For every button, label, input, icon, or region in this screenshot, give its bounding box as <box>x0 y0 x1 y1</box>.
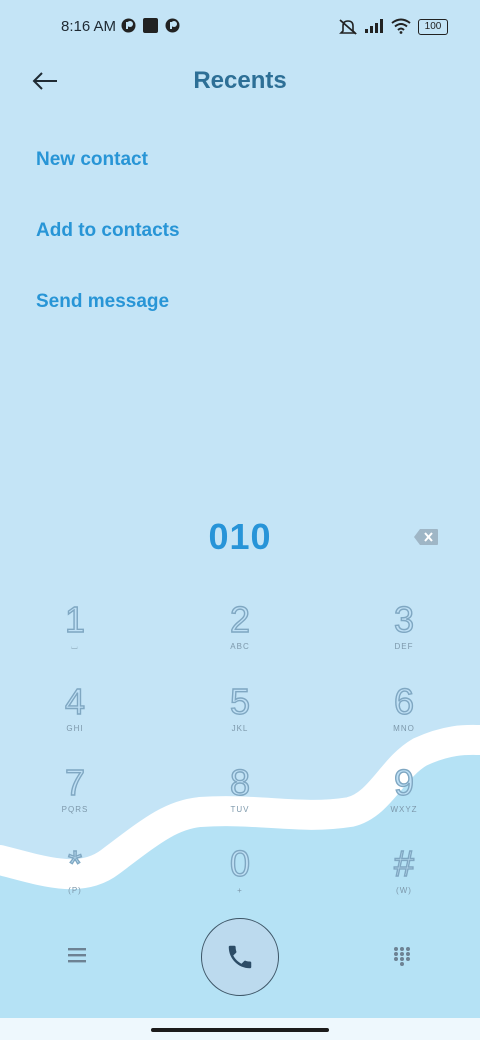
key-9[interactable]: 9 WXYZ <box>349 762 459 833</box>
key-letters: WXYZ <box>390 805 418 814</box>
call-button[interactable] <box>201 918 279 996</box>
navigation-bar <box>0 1018 480 1040</box>
key-letters: JKL <box>231 724 249 733</box>
menu-button[interactable] <box>66 946 88 969</box>
wifi-icon <box>391 18 411 34</box>
signal-icon <box>365 19 383 33</box>
key-letters: DEF <box>394 642 414 651</box>
key-letters: (P) <box>68 886 82 895</box>
key-digit: 0 <box>229 843 251 884</box>
mute-icon <box>339 19 357 35</box>
page-title: Recents <box>193 67 287 94</box>
dialpad-icon <box>394 947 410 966</box>
key-digit: 8 <box>229 762 251 803</box>
key-digit: 2 <box>229 599 251 640</box>
key-1[interactable]: 1 ⌴ <box>20 599 130 670</box>
key-digit: 6 <box>393 681 415 722</box>
key-5[interactable]: 5 JKL <box>185 681 295 752</box>
key-letters: + <box>237 886 243 895</box>
home-indicator[interactable] <box>151 1028 329 1032</box>
key-digit: 1 <box>64 599 86 640</box>
backspace-button[interactable] <box>413 528 439 551</box>
key-hash[interactable]: # (W) <box>349 843 459 914</box>
menu-icon <box>68 948 86 963</box>
new-contact-link[interactable]: New contact <box>36 149 148 171</box>
app-notification-icon <box>165 18 180 33</box>
dialpad-toggle-button[interactable] <box>392 946 412 971</box>
add-to-contacts-link[interactable]: Add to contacts <box>36 220 180 242</box>
key-2[interactable]: 2 ABC <box>185 599 295 670</box>
battery-level: 100 <box>424 21 442 32</box>
key-digit: 5 <box>229 681 251 722</box>
key-digit: 9 <box>393 762 415 803</box>
key-letters: PQRS <box>61 805 89 814</box>
key-digit: 4 <box>64 681 86 722</box>
key-letters: ⌴ <box>71 642 79 651</box>
top-bar: Recents <box>0 56 480 106</box>
key-digit: * <box>67 843 82 884</box>
square-notification-icon <box>143 18 158 33</box>
key-7[interactable]: 7 PQRS <box>20 762 130 833</box>
key-letters: MNO <box>393 724 415 733</box>
key-4[interactable]: 4 GHI <box>20 681 130 752</box>
send-message-link[interactable]: Send message <box>36 291 169 313</box>
key-letters: GHI <box>66 724 84 733</box>
app-notification-icon <box>121 18 136 33</box>
key-digit: 7 <box>64 762 86 803</box>
key-letters: (W) <box>396 886 412 895</box>
battery-icon: 100 <box>418 19 448 35</box>
dialed-number: 010 <box>208 516 272 557</box>
bottom-bar <box>0 912 480 1002</box>
status-time: 8:16 AM <box>61 18 117 35</box>
phone-icon <box>228 945 252 969</box>
key-8[interactable]: 8 TUV <box>185 762 295 833</box>
key-letters: TUV <box>230 805 250 814</box>
key-letters: ABC <box>230 642 250 651</box>
key-digit: 3 <box>393 599 415 640</box>
key-3[interactable]: 3 DEF <box>349 599 459 670</box>
key-star[interactable]: * (P) <box>20 843 130 914</box>
key-0[interactable]: 0 + <box>185 843 295 914</box>
key-6[interactable]: 6 MNO <box>349 681 459 752</box>
key-digit: # <box>393 843 415 884</box>
backspace-icon <box>414 529 438 545</box>
status-bar: 8:16 AM 100 <box>0 0 480 56</box>
